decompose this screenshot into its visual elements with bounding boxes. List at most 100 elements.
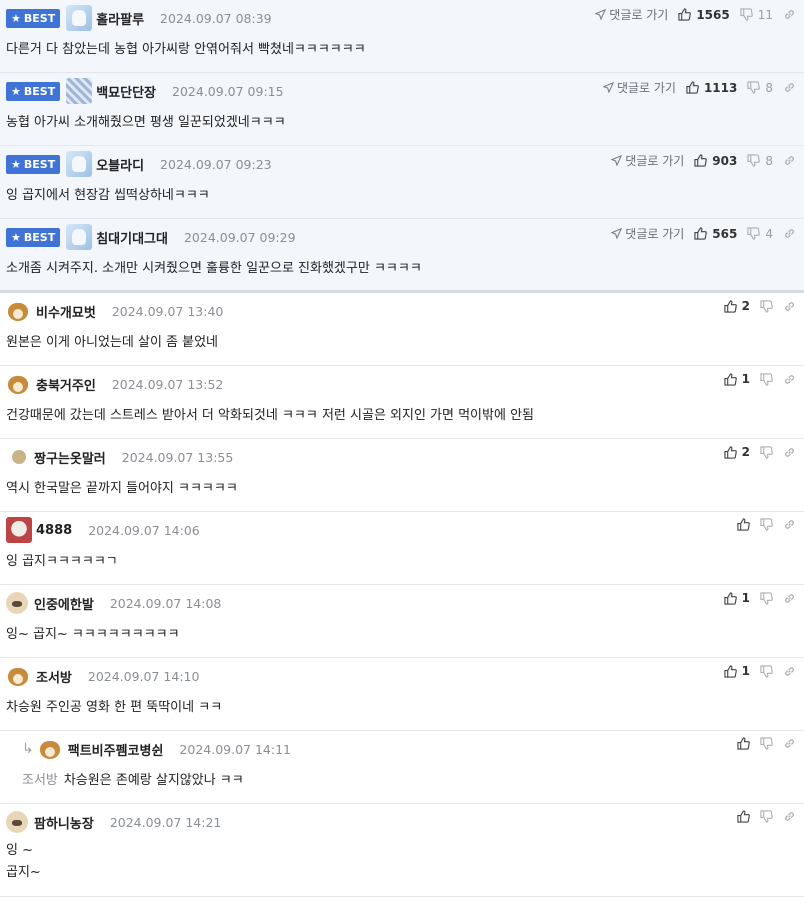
comment-actions: [737, 518, 796, 531]
nickname[interactable]: 침대기대그대: [96, 228, 168, 247]
comment-header: ↳ 팩트비주펨코병쉰 2024.09.07 14:11: [22, 737, 291, 761]
mention[interactable]: 조서방: [22, 773, 58, 788]
avatar[interactable]: [6, 517, 32, 543]
comment-date: 2024.09.07 14:11: [179, 741, 291, 757]
comment-date: 2024.09.07 13:55: [121, 449, 234, 465]
avatar[interactable]: [38, 737, 62, 761]
reply-link[interactable]: 댓글로 가기: [595, 6, 668, 23]
upvote-count: 1565: [696, 7, 730, 22]
downvote-button[interactable]: 8: [747, 81, 773, 95]
comment-date: 2024.09.07 09:15: [172, 83, 284, 99]
reply-link[interactable]: 댓글로 가기: [611, 152, 684, 169]
nickname[interactable]: 백묘단단장: [96, 82, 156, 101]
copy-link-button[interactable]: [783, 737, 796, 750]
comment-date: 2024.09.07 09:29: [183, 229, 296, 245]
downvote-button[interactable]: [760, 518, 773, 531]
downvote-button[interactable]: [760, 591, 773, 605]
link-icon: [785, 739, 794, 748]
thumbs-down-icon: [760, 737, 773, 750]
thumbs-down-icon: [760, 445, 773, 459]
best-comment: ★ BEST 백묘단단장 2024.09.07 09:15 댓글로 가기 1113…: [0, 73, 804, 146]
avatar[interactable]: [12, 450, 26, 464]
copy-link-button[interactable]: [783, 592, 796, 605]
avatar[interactable]: [6, 299, 30, 323]
downvote-button[interactable]: [760, 372, 773, 386]
comment-header: 비수개묘벗 2024.09.07 13:40: [6, 299, 223, 323]
copy-link-button[interactable]: [783, 154, 796, 167]
upvote-button[interactable]: 565: [694, 227, 737, 241]
thumbs-up-icon: [694, 154, 708, 167]
thumbs-up-icon: [737, 737, 750, 750]
upvote-button[interactable]: 1565: [678, 7, 730, 22]
nickname[interactable]: 인중에한발: [34, 594, 94, 613]
downvote-button[interactable]: [760, 664, 773, 678]
downvote-button[interactable]: 11: [740, 8, 773, 22]
upvote-count: 565: [712, 226, 738, 241]
downvote-button[interactable]: [760, 810, 773, 823]
upvote-button[interactable]: 1: [724, 664, 750, 678]
reply-link[interactable]: 댓글로 가기: [611, 225, 684, 242]
link-icon: [785, 447, 794, 457]
comment-text: 역시 한국말은 끝까지 들어야지 ㅋㅋㅋㅋㅋ: [6, 481, 238, 496]
copy-link-button[interactable]: [783, 81, 796, 94]
copy-link-button[interactable]: [783, 665, 796, 678]
nickname[interactable]: 조서방: [36, 667, 72, 686]
comment-header: 조서방 2024.09.07 14:10: [6, 664, 199, 688]
comment-text: 잉 곱지ㅋㅋㅋㅋㅋㄱ: [6, 554, 118, 569]
upvote-button[interactable]: [737, 518, 750, 531]
upvote-button[interactable]: 2: [724, 445, 750, 459]
copy-link-button[interactable]: [783, 373, 796, 386]
avatar[interactable]: [66, 224, 93, 250]
thumbs-up-icon: [737, 810, 750, 823]
nickname[interactable]: 비수개묘벗: [36, 302, 96, 321]
comment: 충북거주인 2024.09.07 13:52 1 건강때문에 갔는데 스트레스 …: [0, 366, 804, 439]
link-icon: [785, 83, 794, 92]
copy-link-button[interactable]: [783, 446, 796, 459]
comment-date: 2024.09.07 14:21: [109, 814, 222, 830]
thumbs-up-icon: [724, 372, 737, 386]
avatar[interactable]: [66, 5, 93, 31]
upvote-button[interactable]: 2: [724, 299, 750, 313]
downvote-button[interactable]: 4: [747, 227, 773, 241]
nickname[interactable]: 홀라팔루: [96, 9, 144, 28]
nickname[interactable]: 짱구는옷말러: [34, 448, 106, 467]
nickname[interactable]: 팜하니농장: [34, 813, 94, 832]
comment: 조서방 2024.09.07 14:10 1 차승원 주인공 영화 한 편 뚝딱…: [0, 658, 804, 731]
avatar[interactable]: [6, 372, 30, 396]
copy-link-button[interactable]: [783, 300, 796, 313]
upvote-button[interactable]: 1113: [686, 81, 737, 95]
upvote-button[interactable]: 1: [724, 372, 750, 386]
comment-header: 4888 2024.09.07 14:06: [6, 517, 200, 543]
thumbs-up-icon: [724, 299, 737, 313]
copy-link-button[interactable]: [783, 227, 796, 240]
comment-text: 다른거 다 참았는데 농협 아가씨랑 안엮어줘서 빡쳤네ㅋㅋㅋㅋㅋㅋ: [6, 42, 366, 57]
nickname[interactable]: 충북거주인: [36, 375, 96, 394]
downvote-button[interactable]: [760, 445, 773, 459]
downvote-button[interactable]: [760, 737, 773, 750]
avatar[interactable]: [6, 811, 28, 833]
avatar[interactable]: [6, 592, 28, 614]
downvote-button[interactable]: [760, 299, 773, 313]
comment-actions: 댓글로 가기 903 8: [611, 152, 796, 169]
avatar[interactable]: [66, 151, 93, 177]
thumbs-down-icon: [747, 154, 761, 167]
avatar[interactable]: [6, 664, 30, 688]
copy-link-button[interactable]: [783, 8, 796, 21]
upvote-count: 2: [741, 299, 750, 313]
reply-link[interactable]: 댓글로 가기: [602, 79, 676, 96]
comment-header: ★ BEST 백묘단단장 2024.09.07 09:15: [6, 78, 284, 104]
upvote-count: 1113: [703, 80, 738, 95]
copy-link-button[interactable]: [783, 518, 796, 531]
nickname[interactable]: 오블라디: [96, 155, 144, 174]
upvote-button[interactable]: 903: [694, 154, 737, 168]
upvote-button[interactable]: [737, 810, 750, 823]
avatar[interactable]: [66, 78, 93, 104]
downvote-button[interactable]: 8: [747, 154, 773, 168]
nickname[interactable]: 팩트비주펨코병쉰: [68, 740, 164, 759]
comment-date: 2024.09.07 09:23: [160, 156, 272, 172]
copy-link-button[interactable]: [783, 810, 796, 823]
upvote-button[interactable]: [737, 737, 750, 750]
nickname[interactable]: 4888: [36, 523, 72, 538]
upvote-button[interactable]: 1: [724, 591, 750, 605]
comment-actions: [737, 810, 796, 823]
